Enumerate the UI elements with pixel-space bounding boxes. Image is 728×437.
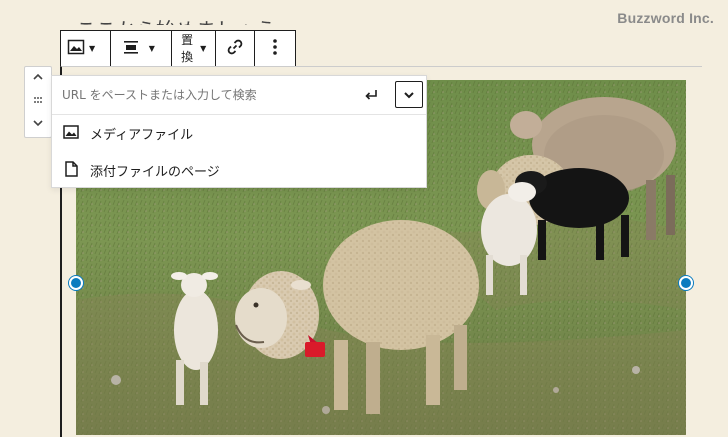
link-option-attachment-page[interactable]: 添付ファイルのページ — [52, 152, 426, 189]
enter-icon[interactable] — [363, 87, 379, 107]
link-popover: メディアファイル 添付ファイルのページ — [51, 75, 427, 188]
caret-down-icon: ▼ — [148, 44, 155, 53]
replace-label-line2: 換 — [181, 49, 194, 64]
chevron-up-icon[interactable] — [32, 71, 44, 87]
link-option-media-file[interactable]: メディアファイル — [52, 115, 426, 152]
block-toolbar: ▼ ▼ 置 換 ▼ — [60, 30, 296, 66]
chevron-down-icon — [404, 91, 414, 98]
block-type-button[interactable]: ▼ — [61, 31, 101, 66]
align-center-icon — [123, 39, 139, 59]
link-options-toggle[interactable] — [395, 81, 423, 108]
link-option-label: 添付ファイルのページ — [90, 165, 220, 180]
link-option-label: メディアファイル — [90, 128, 194, 143]
replace-label-line1: 置 — [181, 32, 194, 47]
more-options-button[interactable] — [255, 31, 295, 66]
resize-handle-left[interactable] — [69, 276, 83, 290]
url-input[interactable] — [62, 88, 352, 102]
resize-handle-right[interactable] — [679, 276, 693, 290]
url-row — [52, 76, 426, 115]
image-icon — [62, 123, 80, 145]
watermark-logo: Buzzword Inc. — [617, 10, 714, 26]
chevron-down-icon[interactable] — [32, 117, 44, 133]
replace-label: 置 換 — [180, 32, 194, 66]
caret-down-icon: ▼ — [200, 44, 207, 53]
link-icon — [226, 38, 244, 60]
link-button[interactable] — [216, 31, 254, 66]
image-icon — [67, 38, 85, 60]
align-button[interactable]: ▼ — [111, 31, 163, 66]
caret-down-icon: ▼ — [89, 44, 96, 53]
drag-handle-icon[interactable] — [32, 94, 44, 110]
more-vertical-icon — [272, 38, 278, 60]
replace-button[interactable]: 置 換 ▼ — [172, 31, 210, 66]
page-icon — [62, 160, 80, 182]
block-mover — [24, 66, 52, 138]
